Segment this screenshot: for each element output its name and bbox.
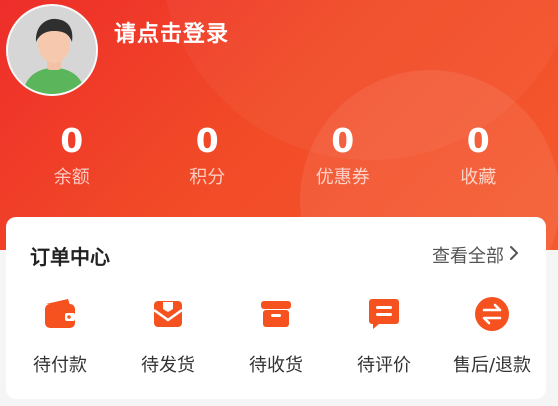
- order-center-title: 订单中心: [30, 245, 110, 269]
- order-label: 待收货: [249, 355, 303, 376]
- stat-favorites[interactable]: 0 收藏: [411, 120, 547, 190]
- order-after-sales-refund[interactable]: 售后/退款: [438, 295, 546, 377]
- stat-coupons[interactable]: 0 优惠券: [275, 120, 411, 190]
- package-send-icon: [153, 301, 183, 327]
- stat-value: 0: [195, 121, 219, 160]
- order-pending-payment[interactable]: 待付款: [6, 295, 114, 377]
- order-center-card: 订单中心 查看全部 待付款 待发货 待收货 待评价 售后/退款: [6, 217, 546, 399]
- stat-label: 积分: [189, 167, 226, 188]
- stat-value: 0: [466, 121, 490, 160]
- account-stats: 0 余额 0 积分 0 优惠券 0 收藏: [4, 120, 546, 190]
- order-label: 待发货: [141, 355, 195, 376]
- avatar-illustration: [8, 6, 96, 94]
- order-pending-receipt[interactable]: 待收货: [222, 295, 330, 377]
- exchange-icon: [475, 297, 509, 331]
- order-label: 待评价: [357, 355, 411, 376]
- user-avatar-icon[interactable]: [6, 4, 98, 96]
- login-link[interactable]: 请点击登录: [114, 16, 229, 48]
- order-label: 售后/退款: [452, 355, 532, 376]
- wallet-icon: [45, 299, 75, 328]
- comment-icon: [369, 299, 399, 329]
- view-all-orders-link[interactable]: 查看全部: [432, 242, 520, 268]
- order-label: 待付款: [33, 355, 87, 376]
- stat-value: 0: [331, 121, 355, 160]
- profile-header: 请点击登录 0 余额 0 积分 0 优惠券 0 收藏: [0, 0, 558, 250]
- stat-balance[interactable]: 0 余额: [4, 120, 140, 190]
- order-status-row: 待付款 待发货 待收货 待评价 售后/退款: [6, 295, 546, 377]
- stat-label: 收藏: [460, 167, 497, 188]
- stat-value: 0: [60, 121, 84, 160]
- view-all-label: 查看全部: [432, 246, 504, 267]
- stat-label: 优惠券: [315, 167, 370, 188]
- chevron-right-icon: [508, 244, 520, 267]
- stat-points[interactable]: 0 积分: [140, 120, 276, 190]
- box-receive-icon: [261, 301, 291, 327]
- order-pending-shipment[interactable]: 待发货: [114, 295, 222, 377]
- order-pending-review[interactable]: 待评价: [330, 295, 438, 377]
- stat-label: 余额: [53, 167, 90, 188]
